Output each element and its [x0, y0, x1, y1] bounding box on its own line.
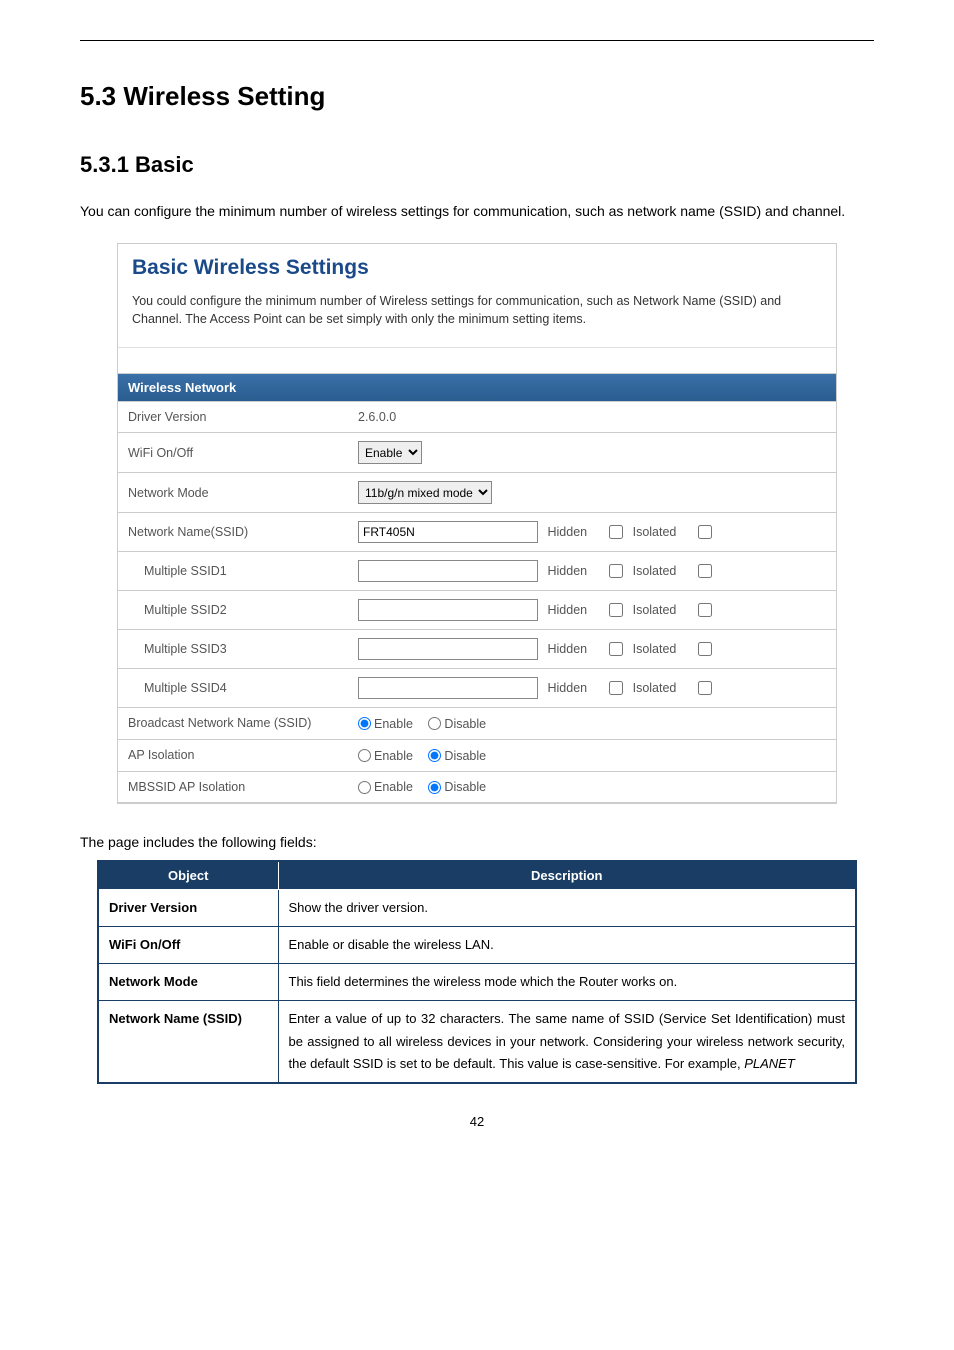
- cell-object-network-mode: Network Mode: [98, 964, 278, 1001]
- panel-title: Basic Wireless Settings: [132, 256, 822, 280]
- label-network-mode: Network Mode: [118, 473, 348, 513]
- heading-wireless-setting: 5.3 Wireless Setting: [80, 81, 874, 112]
- label-hidden-main: Hidden: [547, 525, 587, 539]
- table-row: Network Name (SSID) Enter a value of up …: [98, 1001, 856, 1083]
- row-ap-isolation: AP Isolation Enable Disable: [118, 739, 836, 771]
- cell-desc-driver-version: Show the driver version.: [278, 890, 856, 927]
- header-object: Object: [98, 861, 278, 890]
- checkbox-hidden-ssid3[interactable]: [609, 642, 623, 656]
- panel-description: You could configure the minimum number o…: [132, 292, 822, 330]
- label-multiple-ssid2: Multiple SSID2: [118, 591, 348, 630]
- panel-spacer: [118, 347, 836, 373]
- page-number: 42: [80, 1114, 874, 1129]
- row-multiple-ssid2: Multiple SSID2 Hidden Isolated: [118, 591, 836, 630]
- heading-basic: 5.3.1 Basic: [80, 152, 874, 178]
- cell-desc-network-mode: This field determines the wireless mode …: [278, 964, 856, 1001]
- input-multiple-ssid4[interactable]: [358, 677, 538, 699]
- label-multiple-ssid3: Multiple SSID3: [118, 630, 348, 669]
- label-ap-isolation: AP Isolation: [118, 739, 348, 771]
- input-multiple-ssid3[interactable]: [358, 638, 538, 660]
- label-multiple-ssid1: Multiple SSID1: [118, 552, 348, 591]
- radio-label-broadcast-disable: Disable: [444, 717, 486, 731]
- input-multiple-ssid2[interactable]: [358, 599, 538, 621]
- intro-paragraph: You can configure the minimum number of …: [80, 198, 874, 225]
- desc-ssid-italic: PLANET: [744, 1056, 795, 1071]
- select-network-mode[interactable]: 11b/g/n mixed mode: [358, 481, 492, 504]
- label-isolated-ssid2: Isolated: [633, 603, 677, 617]
- radio-broadcast-enable[interactable]: [358, 717, 371, 730]
- wireless-form-table: Driver Version 2.6.0.0 WiFi On/Off Enabl…: [118, 401, 836, 803]
- checkbox-hidden-ssid4[interactable]: [609, 681, 623, 695]
- row-multiple-ssid3: Multiple SSID3 Hidden Isolated: [118, 630, 836, 669]
- label-hidden-ssid4: Hidden: [547, 681, 587, 695]
- radio-label-apisolation-disable: Disable: [444, 749, 486, 763]
- label-isolated-ssid3: Isolated: [633, 642, 677, 656]
- radio-label-mbssid-disable: Disable: [444, 780, 486, 794]
- header-description: Description: [278, 861, 856, 890]
- radio-label-apisolation-enable: Enable: [374, 749, 413, 763]
- row-wifi-onoff: WiFi On/Off Enable: [118, 433, 836, 473]
- radio-apisolation-enable[interactable]: [358, 749, 371, 762]
- radio-broadcast-disable[interactable]: [428, 717, 441, 730]
- label-wifi-onoff: WiFi On/Off: [118, 433, 348, 473]
- cell-object-network-name-ssid: Network Name (SSID): [98, 1001, 278, 1083]
- label-mbssid-isolation: MBSSID AP Isolation: [118, 771, 348, 803]
- row-driver-version: Driver Version 2.6.0.0: [118, 402, 836, 433]
- table-row: WiFi On/Off Enable or disable the wirele…: [98, 927, 856, 964]
- label-multiple-ssid4: Multiple SSID4: [118, 669, 348, 708]
- row-network-mode: Network Mode 11b/g/n mixed mode: [118, 473, 836, 513]
- radio-label-mbssid-enable: Enable: [374, 780, 413, 794]
- label-broadcast-ssid: Broadcast Network Name (SSID): [118, 708, 348, 740]
- row-multiple-ssid4: Multiple SSID4 Hidden Isolated: [118, 669, 836, 708]
- cell-object-driver-version: Driver Version: [98, 890, 278, 927]
- input-multiple-ssid1[interactable]: [358, 560, 538, 582]
- row-network-name-ssid: Network Name(SSID) Hidden Isolated: [118, 513, 836, 552]
- radio-mbssid-disable[interactable]: [428, 781, 441, 794]
- input-network-name-ssid[interactable]: [358, 521, 538, 543]
- radio-apisolation-disable[interactable]: [428, 749, 441, 762]
- radio-mbssid-enable[interactable]: [358, 781, 371, 794]
- label-hidden-ssid2: Hidden: [547, 603, 587, 617]
- checkbox-hidden-ssid1[interactable]: [609, 564, 623, 578]
- label-isolated-main: Isolated: [633, 525, 677, 539]
- label-isolated-ssid1: Isolated: [633, 564, 677, 578]
- checkbox-isolated-ssid2[interactable]: [698, 603, 712, 617]
- label-hidden-ssid1: Hidden: [547, 564, 587, 578]
- top-divider: [80, 40, 874, 41]
- description-table: Object Description Driver Version Show t…: [97, 860, 857, 1084]
- checkbox-hidden-main[interactable]: [609, 525, 623, 539]
- table-row: Network Mode This field determines the w…: [98, 964, 856, 1001]
- cell-desc-network-name-ssid: Enter a value of up to 32 characters. Th…: [278, 1001, 856, 1083]
- basic-wireless-settings-panel: Basic Wireless Settings You could config…: [117, 243, 837, 805]
- cell-object-wifi-onoff: WiFi On/Off: [98, 927, 278, 964]
- cell-desc-wifi-onoff: Enable or disable the wireless LAN.: [278, 927, 856, 964]
- checkbox-hidden-ssid2[interactable]: [609, 603, 623, 617]
- fields-intro: The page includes the following fields:: [80, 834, 874, 850]
- radio-label-broadcast-enable: Enable: [374, 717, 413, 731]
- row-broadcast-ssid: Broadcast Network Name (SSID) Enable Dis…: [118, 708, 836, 740]
- label-hidden-ssid3: Hidden: [547, 642, 587, 656]
- checkbox-isolated-main[interactable]: [698, 525, 712, 539]
- section-header-wireless-network: Wireless Network: [118, 373, 836, 401]
- value-driver-version: 2.6.0.0: [348, 402, 836, 433]
- label-network-name-ssid: Network Name(SSID): [118, 513, 348, 552]
- checkbox-isolated-ssid4[interactable]: [698, 681, 712, 695]
- checkbox-isolated-ssid3[interactable]: [698, 642, 712, 656]
- row-mbssid-isolation: MBSSID AP Isolation Enable Disable: [118, 771, 836, 803]
- checkbox-isolated-ssid1[interactable]: [698, 564, 712, 578]
- label-driver-version: Driver Version: [118, 402, 348, 433]
- label-isolated-ssid4: Isolated: [633, 681, 677, 695]
- select-wifi-onoff[interactable]: Enable: [358, 441, 422, 464]
- table-row: Driver Version Show the driver version.: [98, 890, 856, 927]
- row-multiple-ssid1: Multiple SSID1 Hidden Isolated: [118, 552, 836, 591]
